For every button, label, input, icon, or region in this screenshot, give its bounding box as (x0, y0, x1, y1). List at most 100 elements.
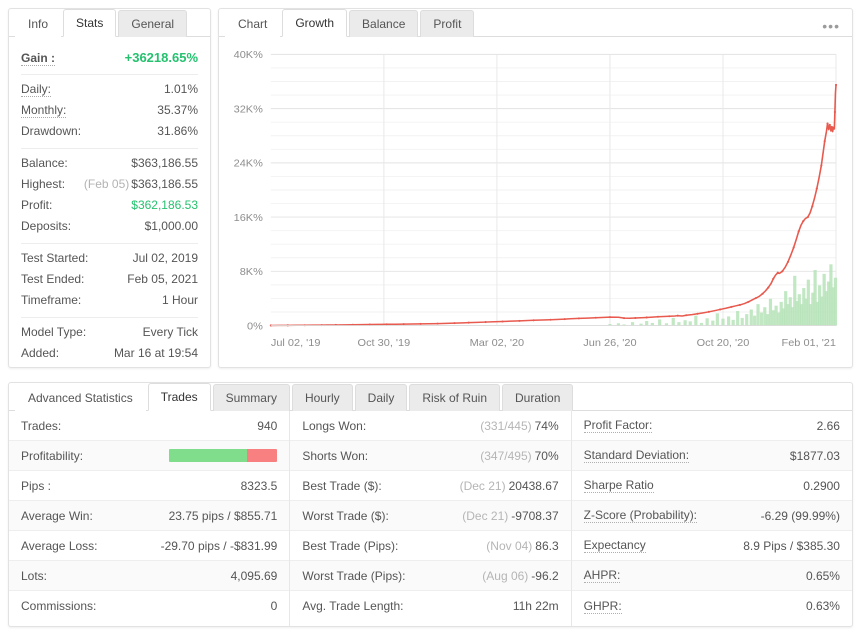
row-value: 4,095.69 (230, 568, 278, 583)
tab-duration[interactable]: Duration (502, 384, 574, 411)
table-row: Best Trade (Pips): (Nov 04) 86.3 (290, 531, 571, 561)
row-label-z-score-probability[interactable]: Z-Score (Probability): (583, 508, 698, 523)
tab-general[interactable]: General (118, 10, 188, 37)
table-row: GHPR: 0.63% (572, 591, 852, 621)
stat-group-1: Daily: 1.01% Monthly: 35.37% Drawdown: 31.86% (21, 75, 198, 149)
growth-point (436, 322, 439, 325)
y-axis-tick-label: 16K% (234, 212, 264, 224)
table-row: Worst Trade ($): (Dec 21) -9708.37 (290, 501, 571, 531)
row-label-expectancy[interactable]: Expectancy (583, 538, 646, 553)
row-label-avg-trade-length: Avg. Trade Length: (302, 599, 404, 613)
row-label-trades: Trades: (21, 418, 62, 433)
row-label-sharpe-ratio[interactable]: Sharpe Ratio (583, 478, 654, 493)
growth-point (608, 316, 612, 319)
growth-point (767, 286, 770, 289)
tab-risk-of-ruin[interactable]: Risk of Ruin (409, 384, 501, 411)
growth-point (730, 305, 733, 308)
growth-point (792, 246, 795, 249)
stat-column-0: Trades: 940 Profitability: Pips : 8323.5 Aver… (9, 411, 291, 626)
row-value: (347/495) 70% (480, 448, 559, 463)
y-axis-tick-label: 8K% (240, 266, 264, 278)
stat-group-3: Test Started: Jul 02, 2019 Test Ended: Feb … (21, 244, 198, 318)
growth-point (532, 319, 535, 322)
tab-advanced-statistics[interactable]: Advanced Statistics (15, 384, 146, 411)
growth-point (594, 316, 597, 319)
profitability-bar (169, 449, 278, 462)
growth-point (622, 317, 626, 320)
trades-statistics-panel: Advanced Statistics Trades Summary Hourly Da… (8, 382, 853, 627)
tab-profit[interactable]: Profit (420, 10, 475, 37)
volume-bar (766, 314, 770, 326)
table-row: Longs Won: (331/445) 74% (290, 411, 571, 441)
tab-balance[interactable]: Balance (349, 10, 419, 37)
y-axis-tick-label: 32K% (234, 104, 264, 116)
volume-bar (731, 319, 735, 326)
stat-value: +36218.65% (124, 50, 198, 65)
chart-menu-icon[interactable]: ••• (822, 19, 852, 36)
stat-group-4: Model Type: Every Tick Added: Mar 16 at 19:… (21, 318, 198, 370)
growth-point (761, 292, 764, 295)
volume-bar (705, 318, 709, 326)
stat-label: Timeframe: (21, 293, 82, 307)
tab-hourly[interactable]: Hourly (291, 384, 353, 411)
table-row: Z-Score (Probability): -6.29 (99.99%) (571, 501, 852, 531)
row-label-best-trade-pips: Best Trade (Pips): (302, 538, 399, 553)
growth-point (776, 271, 779, 274)
volume-bar (658, 319, 662, 326)
growth-point (577, 317, 580, 320)
growth-point (634, 316, 637, 320)
growth-point (828, 123, 831, 126)
stat-value: Mar 16 at 19:54 (113, 346, 198, 360)
tab-trades[interactable]: Trades (147, 383, 211, 411)
stat-row-monthly: Monthly: 35.37% (21, 100, 198, 121)
stat-column-1: Longs Won: (331/445) 74% Shorts Won: (347/49… (290, 411, 572, 626)
row-value-note: (Nov 04) (486, 538, 533, 553)
tab-daily[interactable]: Daily (354, 384, 408, 411)
row-label-worst-trade: Worst Trade ($): (302, 508, 389, 523)
row-value: -29.70 pips / -$831.99 (160, 538, 278, 553)
stat-row-test-ended: Test Ended: Feb 05, 2021 (21, 269, 198, 290)
row-value-note: (Aug 06) (482, 568, 529, 583)
row-value: 2.66 (816, 418, 840, 433)
stat-label: Model Type: (21, 325, 87, 339)
growth-point (811, 205, 814, 208)
tab-summary[interactable]: Summary (212, 384, 290, 411)
volume-bar (756, 304, 760, 326)
growth-point (834, 83, 838, 86)
tab-stats[interactable]: Stats (63, 9, 117, 37)
row-value: (331/445) 74% (480, 418, 559, 433)
row-value-note: (Dec 21) (462, 508, 509, 523)
volume-bar (763, 307, 767, 326)
row-label-standard-deviation[interactable]: Standard Deviation: (583, 448, 690, 463)
growth-point (832, 126, 835, 129)
tab-growth[interactable]: Growth (282, 9, 348, 37)
row-label-ahpr[interactable]: AHPR: (583, 568, 621, 583)
y-axis-tick-label: 0% (247, 321, 263, 333)
tab-info[interactable]: Info (15, 10, 62, 37)
row-label-profitability: Profitability: (21, 448, 84, 463)
growth-point (501, 320, 504, 323)
app-root: Info Stats General Gain : +36218.65% Daily: 1… (0, 0, 861, 635)
growth-point (419, 322, 422, 325)
row-label-ghpr[interactable]: GHPR: (583, 599, 622, 614)
table-row: Standard Deviation: $1877.03 (571, 441, 852, 471)
row-value: $1877.03 (789, 448, 840, 463)
stat-label: Gain : (21, 51, 56, 66)
volume-bar (727, 316, 731, 326)
growth-point (549, 318, 552, 321)
trades-statistics-tabbar: Advanced Statistics Trades Summary Hourly Da… (9, 383, 852, 411)
chart-body: 0% 8K% 16K% 24K% 32K% 40K% Jul 02, '19 Oct 30, … (219, 37, 852, 367)
row-label-profit-factor[interactable]: Profit Factor: (583, 418, 653, 433)
volume-bar (630, 322, 635, 326)
tab-chart[interactable]: Chart (225, 10, 281, 37)
profitability-bar-loss (247, 449, 278, 462)
account-stats-panel: Info Stats General Gain : +36218.65% Daily: 1… (8, 8, 211, 368)
growth-point (707, 310, 710, 313)
growth-point (815, 187, 818, 190)
table-row: Shorts Won: (347/495) 70% (290, 441, 571, 471)
row-label-average-loss: Average Loss: (21, 538, 98, 553)
row-label-shorts-won: Shorts Won: (302, 448, 369, 463)
x-axis-tick-label: Mar 02, '20 (470, 337, 525, 349)
growth-point (802, 220, 805, 223)
stat-value: 1 Hour (161, 293, 198, 307)
